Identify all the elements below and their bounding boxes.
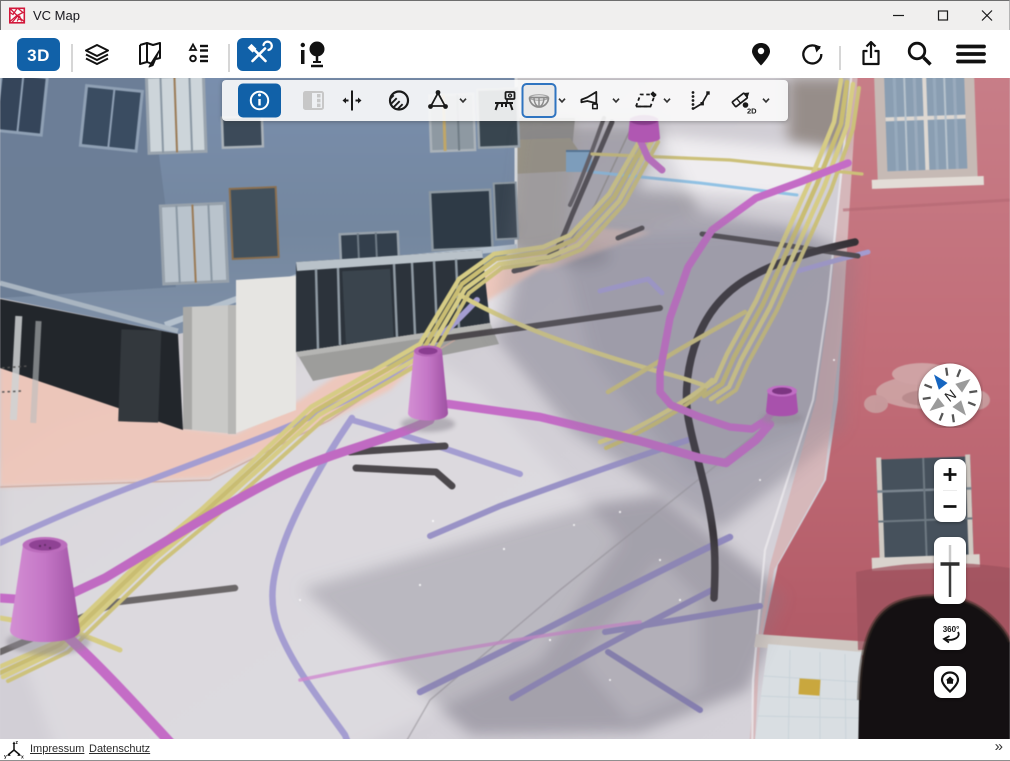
svg-text:A: A	[17, 15, 23, 24]
svg-text:360°: 360°	[943, 625, 960, 634]
svg-text:y: y	[4, 754, 7, 760]
svg-text:x: x	[21, 755, 24, 761]
svg-text:3D: 3D	[27, 46, 50, 65]
svg-text:2D: 2D	[747, 107, 757, 116]
svg-text:z: z	[16, 740, 19, 746]
svg-text:VC Map: VC Map	[33, 8, 80, 23]
